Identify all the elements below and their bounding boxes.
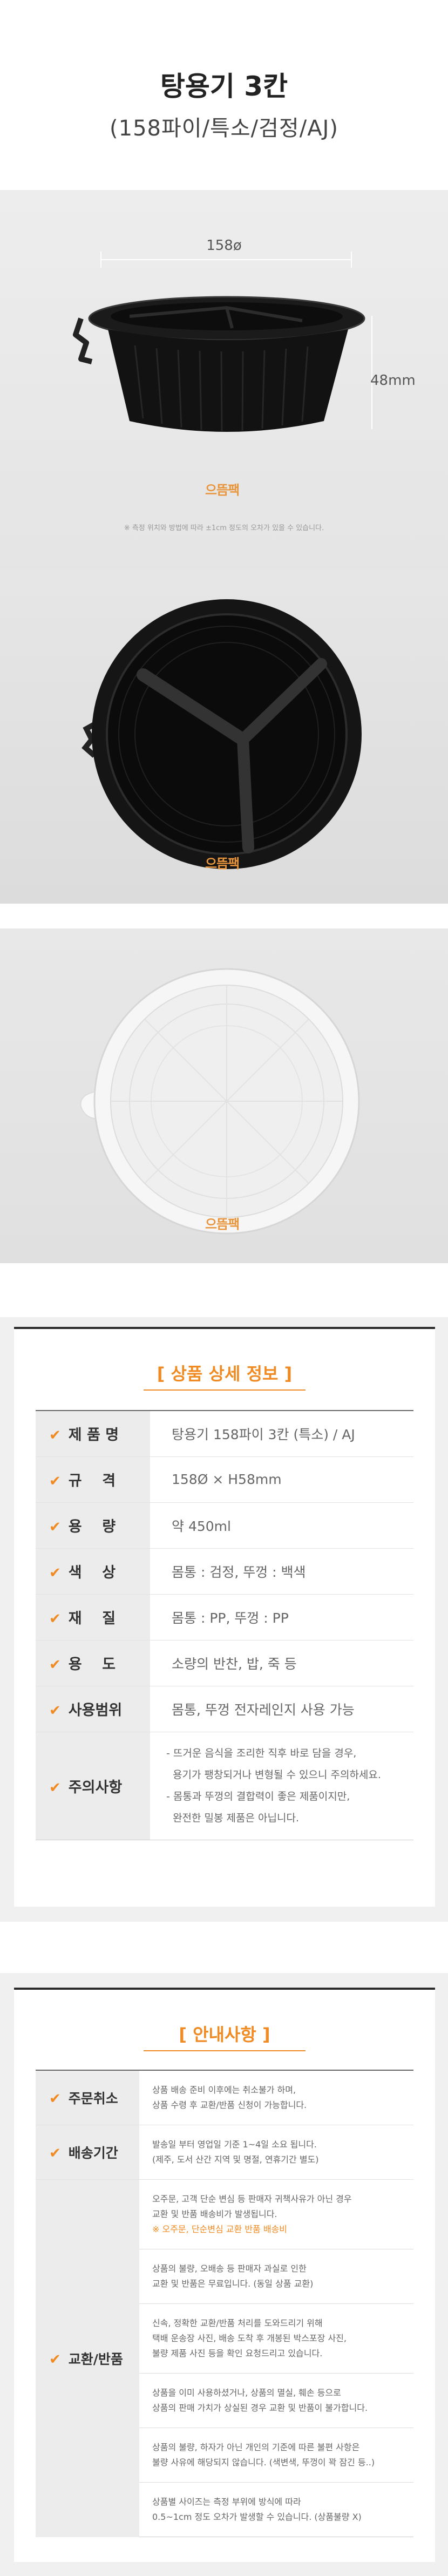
caution-line: 용기가 팽창되거나 변형될 수 있으니 주의하세요.	[166, 1769, 381, 1781]
height-dimension-label: 48mm	[370, 372, 416, 389]
check-icon: ✔	[49, 1473, 61, 1489]
guide-table: ✔ 주문취소 상품 배송 준비 이후에는 취소불가 하며, 상품 수령 후 교환/…	[36, 2070, 413, 2537]
caution-line: - 몸통과 뚜껑의 결합력이 좋은 제품이지만,	[166, 1791, 350, 1802]
row-label: 재 질	[68, 1610, 116, 1627]
heading-underline	[144, 2050, 306, 2051]
check-icon: ✔	[49, 2091, 61, 2107]
row-label: 용 도	[68, 1656, 116, 1673]
table-row: ✔ 사용범위 몸통, 뚜껑 전자레인지 사용 가능	[36, 1685, 413, 1732]
row-value: 몸통 : PP, 뚜껑 : PP	[150, 1594, 413, 1640]
check-icon: ✔	[49, 1657, 61, 1673]
guide-card: [ 안내사항 ] ✔ 주문취소 상품 배송 준비 이후에는 취소불가 하며, 상품…	[14, 1988, 435, 2562]
row-value: 신속, 정확한 교환/반품 처리를 도와드리기 위해 택배 운송장 사진, 배송…	[139, 2303, 413, 2374]
table-row: ✔ 제 품 명 탕용기 158파이 3칸 (특소) / AJ	[36, 1410, 413, 1456]
check-icon: ✔	[49, 1519, 61, 1535]
row-value: - 뜨거운 음식을 조리한 직후 바로 담을 경우, 용기가 팽창되거나 변형될…	[150, 1731, 413, 1840]
text-line: 상품 수령 후 교환/반품 신청이 가능합니다.	[152, 2100, 307, 2110]
brand-logo: 으뜸팩	[205, 856, 240, 871]
text-line: 교환 및 반품은 무료입니다. (동일 상품 교환)	[152, 2279, 314, 2289]
text-line: 상품을 이미 사용하셨거나, 상품의 멸실, 훼손 등으로	[152, 2388, 341, 2398]
width-dimension-label: 158ø	[206, 238, 242, 254]
check-icon: ✔	[49, 1779, 61, 1796]
check-icon: ✔	[49, 1703, 61, 1719]
product-info-heading: [ 상품 상세 정보 ]	[157, 1364, 293, 1384]
table-row: ✔ 용 량 약 450ml	[36, 1502, 413, 1548]
row-value: 소량의 반찬, 밥, 죽 등	[150, 1639, 413, 1686]
heading-underline	[144, 1389, 306, 1391]
container-side-illustration	[73, 296, 365, 432]
row-label: 사용범위	[68, 1702, 123, 1719]
page-subtitle: (158파이/특소/검정/AJ)	[110, 116, 338, 141]
row-value: 상품의 불량, 하자가 아닌 개인의 기준에 따른 불편 사항은 불량 사유에 …	[139, 2428, 413, 2483]
row-value: 탕용기 158파이 3칸 (특소) / AJ	[150, 1410, 413, 1456]
row-label: 제 품 명	[68, 1427, 119, 1444]
table-row: ✔ 주문취소 상품 배송 준비 이후에는 취소불가 하며, 상품 수령 후 교환/…	[36, 2070, 413, 2125]
measurement-note: ※ 측정 위치와 방법에 따라 ±1cm 정도의 오차가 있을 수 있습니다.	[124, 524, 324, 532]
text-line: ※ 오주문, 단순변심 교환 반품 배송비	[152, 2224, 288, 2234]
guide-heading: [ 안내사항 ]	[179, 2024, 270, 2045]
text-line: 불량 제품 사진 등을 확인 요청드리고 있습니다.	[152, 2348, 323, 2358]
text-line: (제주, 도서 산간 지역 및 명절, 연휴기간 별도)	[152, 2154, 319, 2165]
text-line: 상품의 불량, 하자가 아닌 개인의 기준에 따른 불편 사항은	[152, 2442, 360, 2452]
table-row: ✔ 용 도 소량의 반찬, 밥, 죽 등	[36, 1639, 413, 1686]
check-icon: ✔	[49, 2351, 61, 2368]
container-top-illustration	[82, 599, 362, 869]
width-dimension-line	[100, 259, 351, 260]
table-row: ✔ 색 상 몸통 : 검정, 뚜껑 : 백색	[36, 1548, 413, 1594]
lid-illustration	[80, 968, 360, 1235]
row-value: 상품의 불량, 오배송 등 판매자 과실로 인한 교환 및 반품은 무료입니다.…	[139, 2249, 413, 2304]
text-line: 상품의 불량, 오배송 등 판매자 과실로 인한	[152, 2263, 307, 2274]
table-row: ✔ 주의사항 - 뜨거운 음식을 조리한 직후 바로 담을 경우, 용기가 팽창되…	[36, 1731, 413, 1840]
check-icon: ✔	[49, 1427, 61, 1444]
row-value: 발송일 부터 영업일 기준 1~4일 소요 됩니다. (제주, 도서 산간 지역…	[139, 2125, 413, 2180]
check-icon: ✔	[49, 1611, 61, 1627]
table-row: ✔ 배송기간 발송일 부터 영업일 기준 1~4일 소요 됩니다. (제주, 도서…	[36, 2125, 413, 2180]
row-value: 몸통, 뚜껑 전자레인지 사용 가능	[150, 1685, 413, 1732]
row-value: 몸통 : 검정, 뚜껑 : 백색	[150, 1548, 413, 1594]
text-line: 상품의 판매 가치가 상실된 경우 교환 및 반품이 불가합니다.	[152, 2403, 368, 2413]
row-label: 용 량	[68, 1519, 116, 1535]
text-line: 교환 및 반품 배송비가 발생됩니다.	[152, 2209, 277, 2219]
row-value: 상품 배송 준비 이후에는 취소불가 하며, 상품 수령 후 교환/반품 신청이…	[139, 2070, 413, 2125]
row-value: 상품별 사이즈는 측정 부위에 방식에 따라 0.5~1cm 정도 오차가 발생…	[139, 2482, 413, 2537]
width-dimension-tick-right	[351, 252, 352, 268]
brand-logo: 으뜸팩	[205, 483, 240, 498]
row-label: 주의사항	[68, 1779, 123, 1796]
caution-line: 완전한 밀봉 제품은 아닙니다.	[166, 1812, 299, 1824]
check-icon: ✔	[49, 2145, 61, 2161]
table-row: ✔ 재 질 몸통 : PP, 뚜껑 : PP	[36, 1594, 413, 1640]
width-dimension-tick-left	[100, 252, 101, 268]
row-label: 교환/반품	[68, 2351, 123, 2367]
text-line: 상품 배송 준비 이후에는 취소불가 하며,	[152, 2085, 296, 2095]
text-line: 발송일 부터 영업일 기준 1~4일 소요 됩니다.	[152, 2139, 317, 2150]
row-value: 약 450ml	[150, 1502, 413, 1548]
row-label: 색 상	[68, 1564, 116, 1581]
text-line: 오주문, 고객 단순 변심 등 판매자 귀책사유가 아닌 경우	[152, 2194, 352, 2204]
product-info-card: [ 상품 상세 정보 ] ✔ 제 품 명 탕용기 158파이 3칸 (특소) / …	[14, 1327, 435, 1907]
row-value: 158Ø × H58mm	[150, 1456, 413, 1502]
text-line: 불량 사유에 해당되지 않습니다. (색변색, 뚜껑이 꽉 잠긴 등..)	[152, 2457, 375, 2467]
table-row: ✔ 규 격 158Ø × H58mm	[36, 1456, 413, 1502]
row-label: 주문취소	[68, 2091, 118, 2106]
brand-logo: 으뜸팩	[205, 1217, 240, 1232]
text-line: 택배 운송장 사진, 배송 도착 후 개봉된 박스포장 사진,	[152, 2333, 347, 2343]
check-icon: ✔	[49, 1565, 61, 1581]
caution-line: - 뜨거운 음식을 조리한 직후 바로 담을 경우,	[166, 1747, 357, 1759]
text-line: 0.5~1cm 정도 오차가 발생할 수 있습니다. (상품불량 X)	[152, 2512, 362, 2522]
text-line: 상품별 사이즈는 측정 부위에 방식에 따라	[152, 2497, 301, 2507]
text-line: 신속, 정확한 교환/반품 처리를 도와드리기 위해	[152, 2318, 323, 2328]
row-label: 규 격	[68, 1473, 116, 1489]
row-label: 배송기간	[68, 2145, 118, 2161]
row-value: 상품을 이미 사용하셨거나, 상품의 멸실, 훼손 등으로 상품의 판매 가치가…	[139, 2373, 413, 2428]
table-row: ✔ 교환/반품 오주문, 고객 단순 변심 등 판매자 귀책사유가 아닌 경우 교…	[36, 2179, 413, 2537]
page-title: 탕용기 3칸	[160, 71, 288, 102]
row-value: 오주문, 고객 단순 변심 등 판매자 귀책사유가 아닌 경우 교환 및 반품 …	[139, 2179, 413, 2249]
product-info-table: ✔ 제 품 명 탕용기 158파이 3칸 (특소) / AJ ✔ 규 격 158Ø …	[36, 1410, 413, 1840]
